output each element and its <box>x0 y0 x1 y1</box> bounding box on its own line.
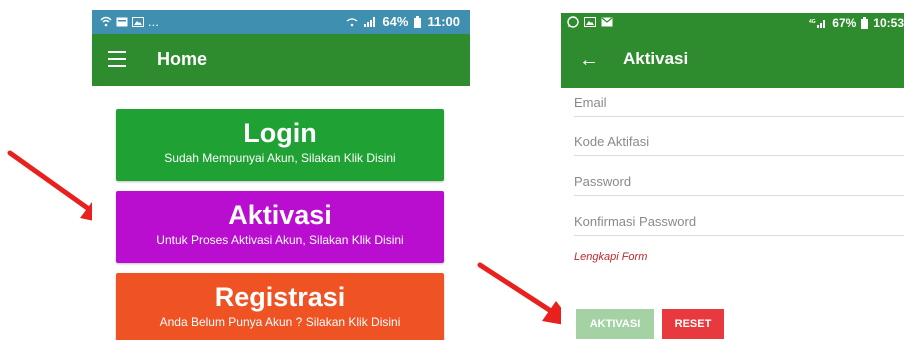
status-time: 10:53 <box>873 16 904 30</box>
aktivasi-submit-button[interactable]: AKTIVASI <box>576 309 654 339</box>
wifi-icon <box>100 16 112 27</box>
battery-icon <box>861 17 869 29</box>
form-hint: Lengkapi Form <box>574 251 648 263</box>
mail-icon <box>601 17 613 27</box>
signal-icon: 4G <box>809 19 826 28</box>
status-bar: ... 64% 11:00 <box>92 10 470 34</box>
status-time: 11:00 <box>427 14 460 29</box>
email-input[interactable] <box>574 88 904 117</box>
image-icon <box>132 16 144 27</box>
battery-percent: 64% <box>382 14 409 29</box>
mail-icon <box>116 17 128 26</box>
kode-aktifasi-input[interactable] <box>574 127 904 156</box>
registrasi-title: Registrasi <box>214 282 346 312</box>
svg-text:4G: 4G <box>809 19 816 25</box>
app-bar: ← Aktivasi <box>561 33 904 88</box>
home-screen: ... 64% 11:00 Home Login Sudah Mempunyai… <box>92 10 470 340</box>
whatsapp-icon <box>567 16 579 28</box>
status-bar: 4G 67% 10:53 <box>561 13 904 33</box>
page-title: Home <box>157 49 208 69</box>
aktivasi-screen: 4G 67% 10:53 ← Aktivasi Lengkapi Form AK… <box>561 13 904 340</box>
image-icon <box>584 17 596 27</box>
aktivasi-subtitle: Untuk Proses Aktivasi Akun, Silakan Klik… <box>156 233 404 247</box>
registrasi-subtitle: Anda Belum Punya Akun ? Silakan Klik Dis… <box>159 315 401 329</box>
page-title: Aktivasi <box>623 49 689 68</box>
registrasi-button[interactable]: Registrasi Anda Belum Punya Akun ? Silak… <box>116 273 444 340</box>
aktivasi-button[interactable]: Aktivasi Untuk Proses Aktivasi Akun, Sil… <box>116 191 444 263</box>
hamburger-icon[interactable] <box>108 51 126 67</box>
login-title: Login <box>243 118 317 148</box>
aktivasi-title: Aktivasi <box>228 200 332 230</box>
battery-icon <box>414 15 422 28</box>
password-input[interactable] <box>574 167 904 196</box>
reset-button[interactable]: RESET <box>662 309 724 339</box>
signal-icon <box>364 16 376 27</box>
login-button[interactable]: Login Sudah Mempunyai Akun, Silakan Klik… <box>116 109 444 181</box>
wifi-signal-icon <box>347 17 358 26</box>
app-bar: Home <box>92 34 470 86</box>
back-arrow-icon[interactable]: ← <box>579 49 599 72</box>
login-subtitle: Sudah Mempunyai Akun, Silakan Klik Disin… <box>164 151 396 165</box>
konfirmasi-password-input[interactable] <box>574 207 904 236</box>
battery-percent: 67% <box>832 16 857 30</box>
status-dots: ... <box>148 14 159 29</box>
